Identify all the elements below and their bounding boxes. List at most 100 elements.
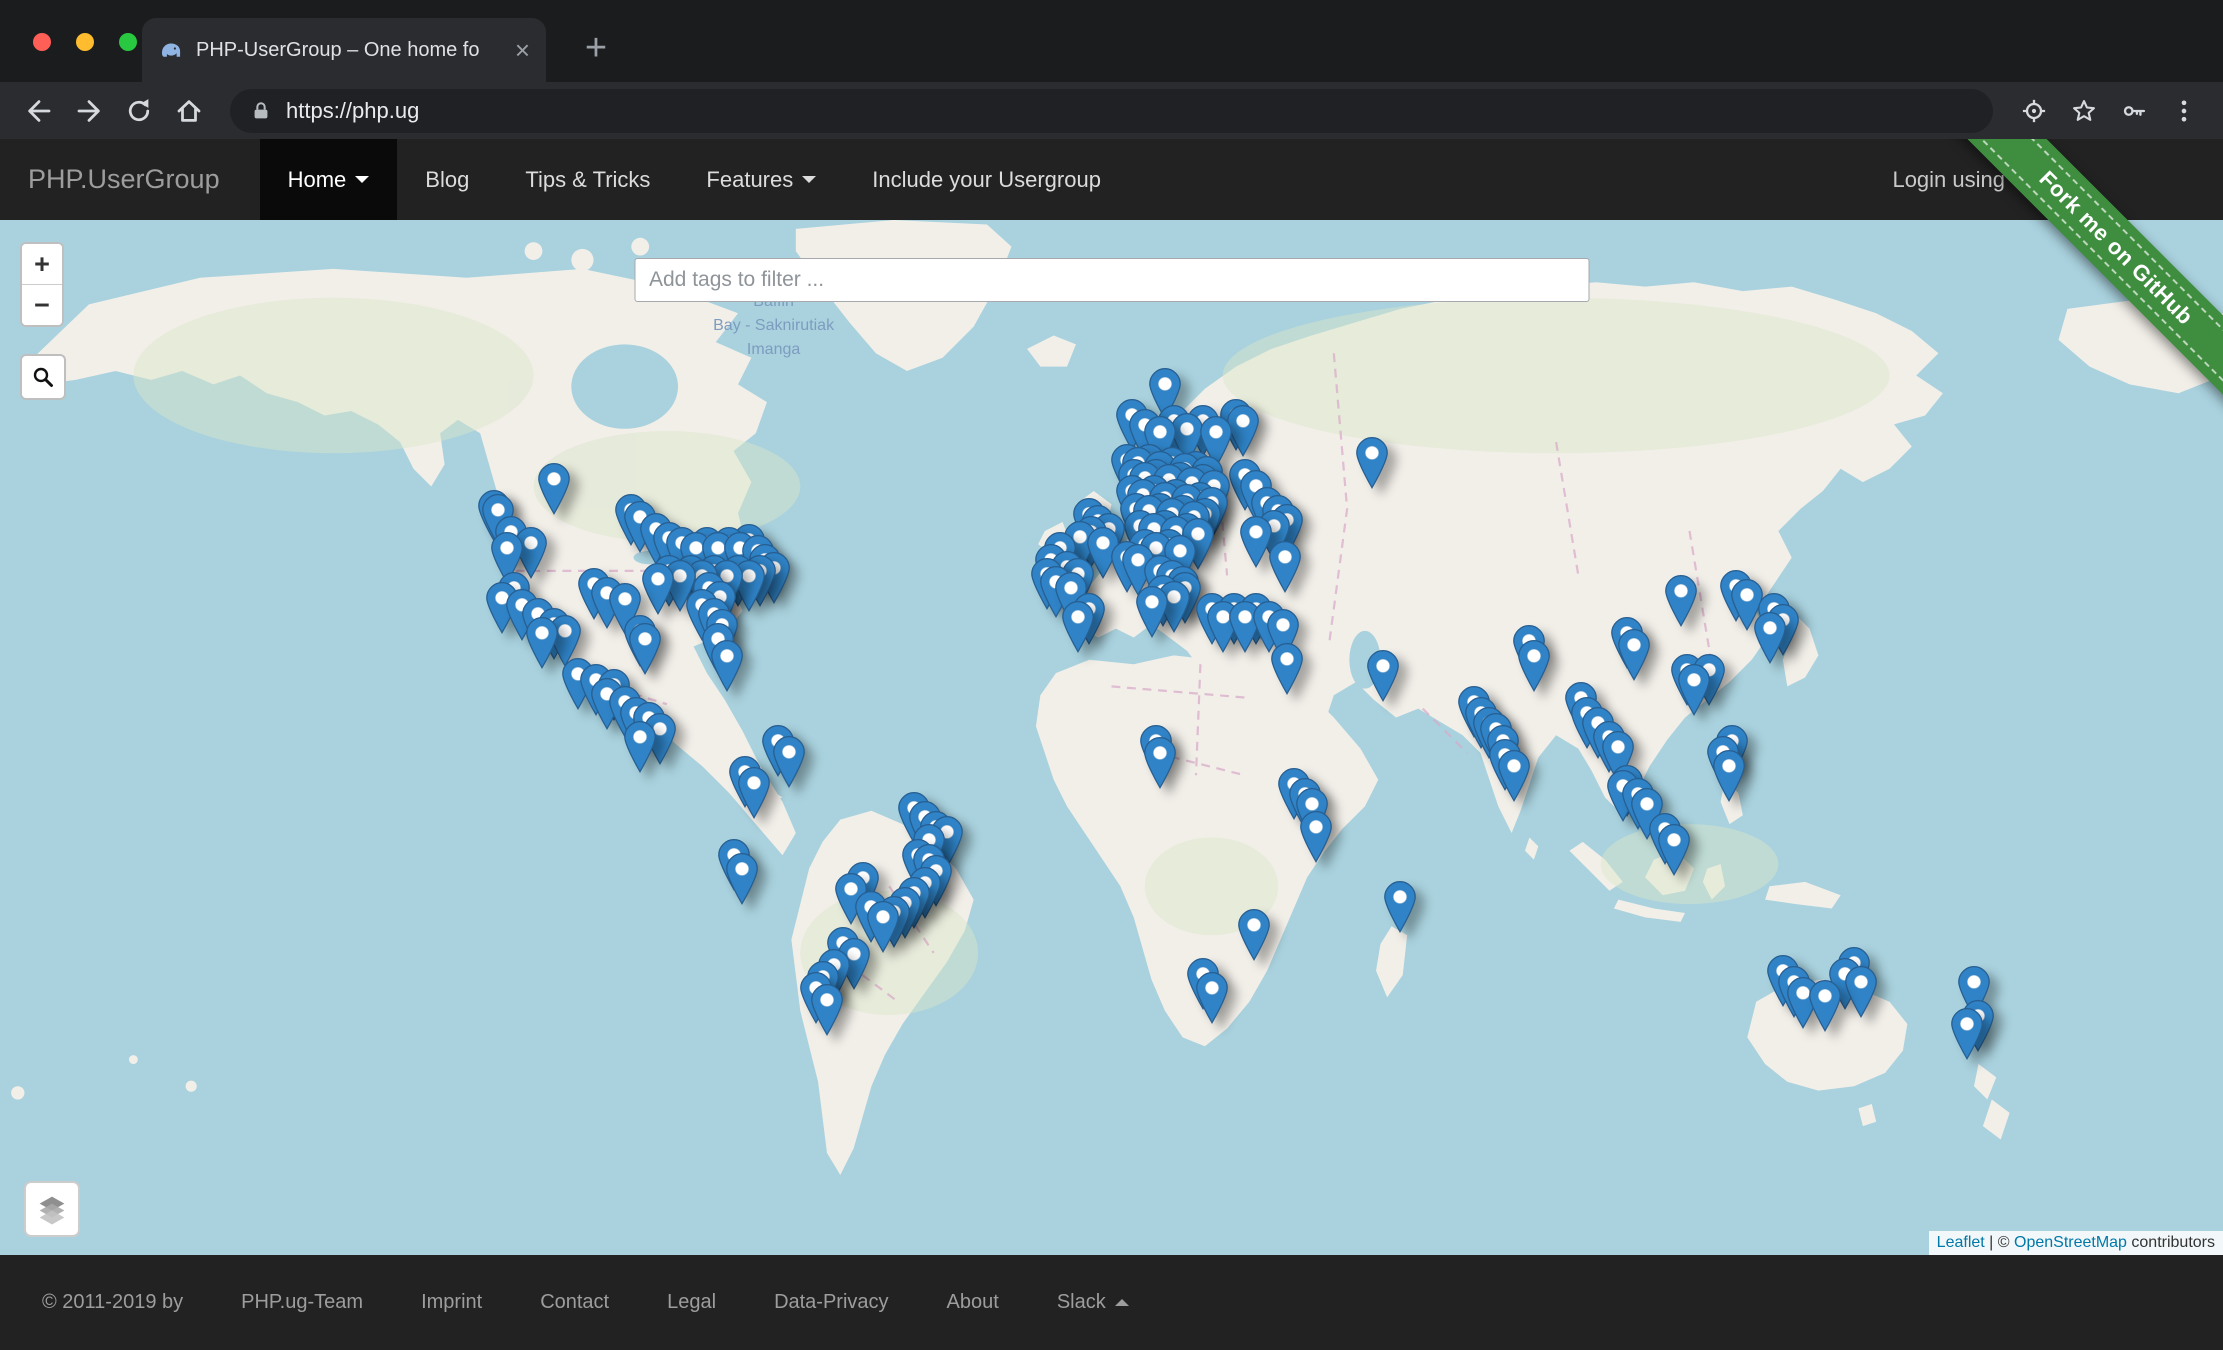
map-marker-icon (1240, 516, 1272, 568)
map-marker[interactable] (624, 721, 656, 773)
location-target-button[interactable] (2009, 89, 2059, 133)
nav-item-home[interactable]: Home (260, 139, 398, 220)
nav-item-label: Tips & Tricks (525, 167, 650, 193)
nav-item-features[interactable]: Features (678, 139, 844, 220)
new-tab-button[interactable]: + (572, 24, 620, 72)
map-marker[interactable] (1713, 750, 1745, 802)
main-nav: Home Blog Tips & Tricks Features Include… (260, 139, 1129, 220)
map-marker[interactable] (1809, 980, 1841, 1032)
map-marker[interactable] (1665, 575, 1697, 627)
site-footer: © 2011-2019 by PHP.ug-Team Imprint Conta… (0, 1255, 2223, 1350)
map-marker[interactable] (526, 617, 558, 669)
map-marker-icon (1196, 972, 1228, 1024)
map-marker[interactable] (538, 463, 570, 515)
osm-link[interactable]: OpenStreetMap (2014, 1234, 2127, 1251)
site-brand[interactable]: PHP.UserGroup (28, 139, 220, 220)
page-content: PHP.UserGroup Home Blog Tips & Tricks Fe… (0, 139, 2223, 1350)
map-marker-icon (526, 617, 558, 669)
attribution-separator: | © (1985, 1234, 2014, 1251)
map-marker-icon (1951, 1008, 1983, 1060)
window-zoom-button[interactable] (119, 33, 137, 51)
leaflet-map[interactable]: Baffin Bay - Saknirutiak Imanga + − Leaf… (0, 220, 2223, 1255)
forward-button[interactable] (64, 89, 114, 133)
map-marker-icon (1713, 750, 1745, 802)
map-marker-icon (726, 853, 758, 905)
map-marker[interactable] (1062, 601, 1094, 653)
map-marker[interactable] (1518, 640, 1550, 692)
footer-link-imprint[interactable]: Imprint (421, 1291, 482, 1314)
footer-link-legal[interactable]: Legal (667, 1291, 716, 1314)
map-marker-icon (1136, 586, 1168, 638)
map-marker-icon (1300, 811, 1332, 863)
map-marker[interactable] (1845, 966, 1877, 1018)
back-button[interactable] (14, 89, 64, 133)
browser-menu-button[interactable] (2159, 89, 2209, 133)
zoom-in-button[interactable]: + (22, 244, 62, 285)
map-marker-icon (1618, 629, 1650, 681)
key-icon (2120, 97, 2148, 125)
map-marker[interactable] (1144, 737, 1176, 789)
bookmark-star-button[interactable] (2059, 89, 2109, 133)
map-marker-icon (1271, 643, 1303, 695)
window-close-button[interactable] (33, 33, 51, 51)
tab-close-icon[interactable]: × (515, 37, 530, 63)
nav-item-tips-tricks[interactable]: Tips & Tricks (497, 139, 678, 220)
map-marker[interactable] (1951, 1008, 1983, 1060)
map-layers-button[interactable] (24, 1181, 80, 1237)
map-marker[interactable] (1754, 612, 1786, 664)
nav-item-include-usergroup[interactable]: Include your Usergroup (844, 139, 1129, 220)
zoom-out-button[interactable]: − (22, 285, 62, 325)
map-marker-icon (1845, 966, 1877, 1018)
map-marker[interactable] (1678, 664, 1710, 716)
map-marker[interactable] (1658, 824, 1690, 876)
footer-link-contact[interactable]: Contact (540, 1291, 609, 1314)
attribution-suffix: contributors (2127, 1234, 2215, 1251)
map-search-button[interactable] (20, 354, 66, 400)
leaflet-link[interactable]: Leaflet (1937, 1234, 1985, 1251)
map-marker[interactable] (1238, 909, 1270, 961)
window-minimize-button[interactable] (76, 33, 94, 51)
site-navbar: PHP.UserGroup Home Blog Tips & Tricks Fe… (0, 139, 2223, 220)
marker-layer (0, 220, 2223, 1255)
map-attribution: Leaflet | © OpenStreetMap contributors (1929, 1231, 2223, 1255)
map-marker-icon (624, 721, 656, 773)
map-marker[interactable] (1384, 881, 1416, 933)
map-marker[interactable] (1367, 650, 1399, 702)
map-marker[interactable] (811, 984, 843, 1036)
map-marker[interactable] (629, 623, 661, 675)
reload-button[interactable] (114, 89, 164, 133)
map-marker-icon (1754, 612, 1786, 664)
map-marker[interactable] (1618, 629, 1650, 681)
map-marker[interactable] (1271, 643, 1303, 695)
browser-tab[interactable]: PHP-UserGroup – One home fo × (142, 18, 546, 82)
map-marker[interactable] (738, 767, 770, 819)
map-marker[interactable] (642, 563, 674, 615)
home-button[interactable] (164, 89, 214, 133)
footer-link-phpug-team[interactable]: PHP.ug-Team (241, 1291, 363, 1314)
footer-link-slack[interactable]: Slack (1057, 1291, 1129, 1314)
bookmark-star-icon (2074, 101, 2094, 120)
map-marker[interactable] (1300, 811, 1332, 863)
map-marker[interactable] (1498, 750, 1530, 802)
passwords-key-button[interactable] (2109, 89, 2159, 133)
login-label: Login using (1892, 167, 2005, 193)
home-icon (174, 96, 204, 126)
map-marker[interactable] (867, 901, 899, 953)
map-marker[interactable] (1269, 541, 1301, 593)
map-marker[interactable] (1356, 437, 1388, 489)
map-marker[interactable] (1136, 586, 1168, 638)
nav-item-blog[interactable]: Blog (397, 139, 497, 220)
map-marker[interactable] (1196, 972, 1228, 1024)
map-marker-icon (1144, 737, 1176, 789)
address-bar[interactable]: https://php.ug (230, 89, 1993, 133)
map-marker-icon (738, 767, 770, 819)
map-marker[interactable] (773, 736, 805, 788)
zoom-control: + − (20, 242, 64, 327)
footer-link-about[interactable]: About (947, 1291, 999, 1314)
nav-item-label: Blog (425, 167, 469, 193)
footer-link-data-privacy[interactable]: Data-Privacy (774, 1291, 888, 1314)
map-marker[interactable] (711, 640, 743, 692)
map-marker[interactable] (726, 853, 758, 905)
map-marker[interactable] (1240, 516, 1272, 568)
tag-filter-input[interactable] (634, 258, 1589, 302)
